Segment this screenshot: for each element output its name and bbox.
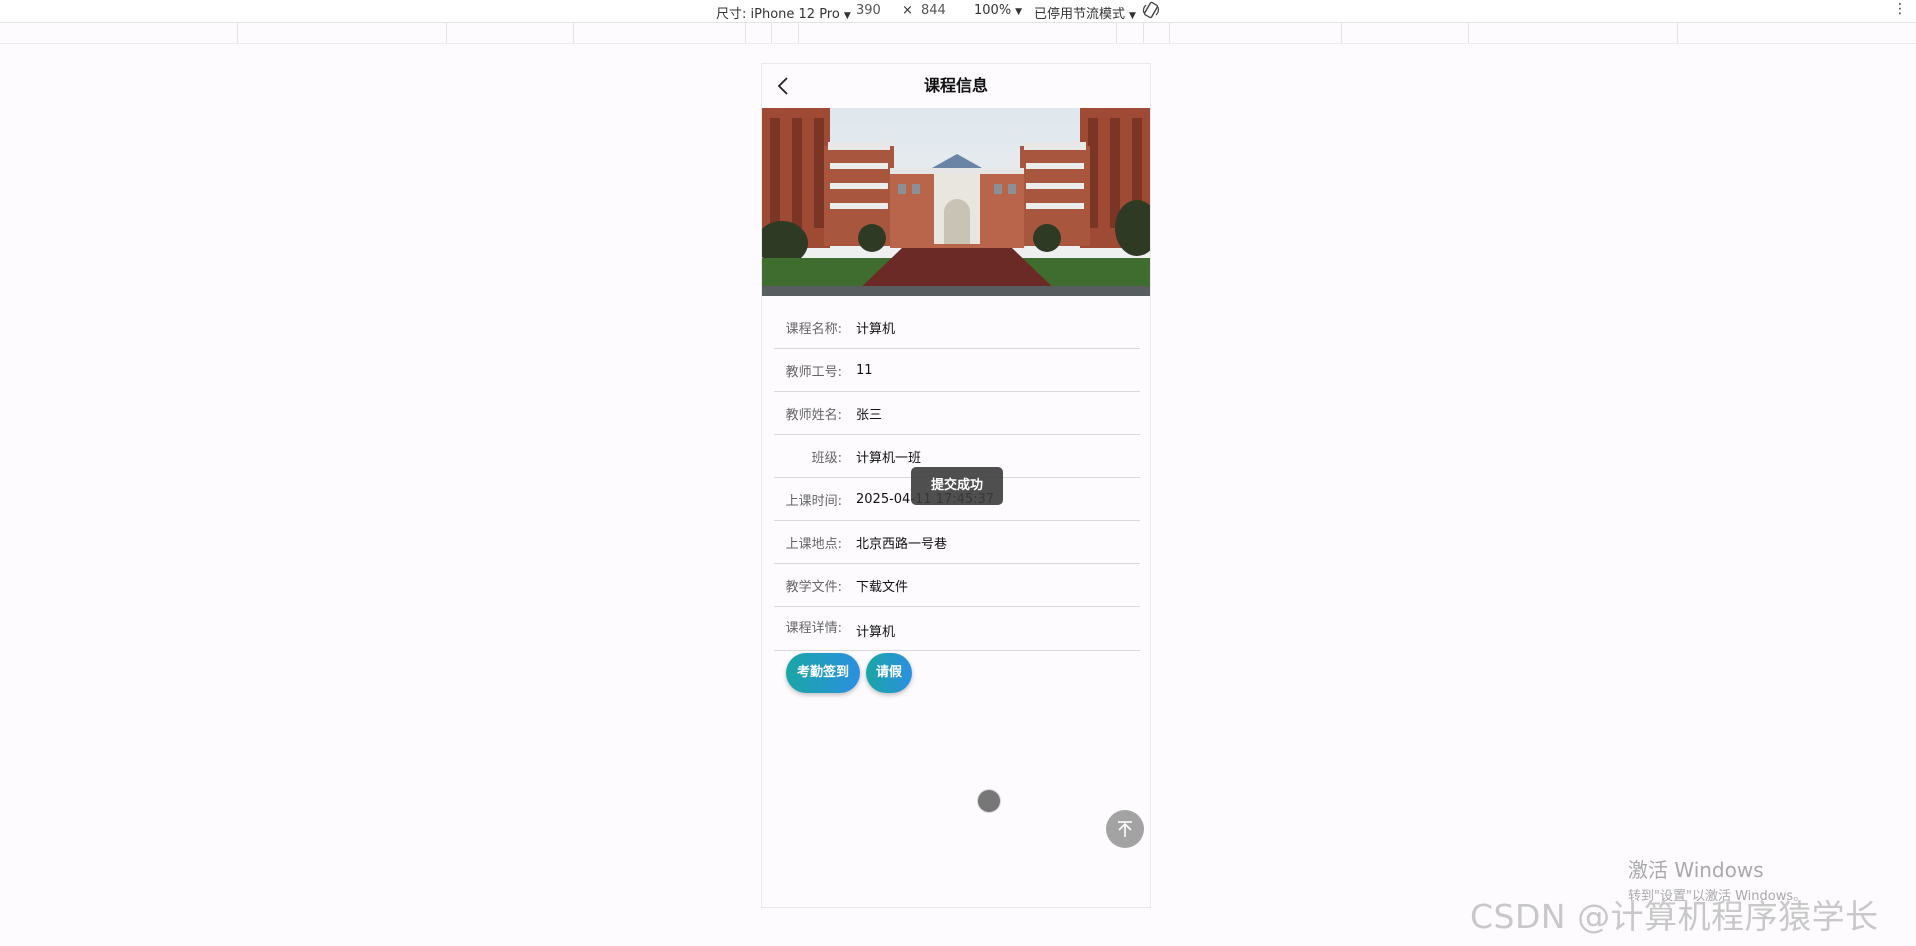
ruler-tick (798, 23, 799, 43)
arrow-up-icon (1118, 821, 1132, 837)
chevron-down-icon: ▼ (843, 11, 851, 21)
field-course-detail: 课程详情: 计算机 (774, 607, 1140, 651)
field-label: 上课地点: (785, 536, 842, 552)
chevron-down-icon: ▼ (1129, 11, 1136, 21)
field-value: 11 (856, 362, 873, 378)
field-label: 教学文件: (785, 579, 842, 595)
campus-building-image (762, 108, 1150, 296)
touch-cursor (978, 790, 1000, 812)
ruler-tick (1116, 23, 1117, 43)
toast-message: 提交成功 (911, 467, 1003, 505)
zoom-dropdown[interactable]: 100% ▼ (974, 3, 1022, 18)
width-input[interactable]: 390 (856, 3, 881, 18)
throttle-label: 已停用节流模式 (1034, 7, 1126, 22)
field-teacher-name: 教师姓名: 张三 (774, 392, 1140, 435)
checkin-button[interactable]: 考勤签到 (786, 653, 861, 693)
field-label: 教师工号: (785, 364, 842, 380)
field-location: 上课地点: 北京西路一号巷 (774, 521, 1140, 564)
download-file-link[interactable]: 下载文件 (856, 576, 908, 595)
ruler-tick (573, 23, 574, 43)
throttle-dropdown[interactable]: 已停用节流模式 ▼ (1034, 3, 1136, 22)
phone-viewport: 课程信息 课程名称: 计算机 教师工号: 11 教师姓名: 张三 班级: 计算机… (761, 63, 1151, 908)
times-sign: × (902, 3, 913, 18)
device-label: 尺寸: iPhone 12 Pro (716, 7, 840, 22)
field-value: 北京西路一号巷 (856, 536, 948, 552)
device-dropdown[interactable]: 尺寸: iPhone 12 Pro ▼ (716, 3, 851, 22)
more-options-icon[interactable]: ⋮ (1893, 1, 1907, 17)
back-to-top-button[interactable] (1106, 810, 1144, 848)
zoom-label: 100% (974, 3, 1012, 18)
field-value: 计算机 (856, 321, 896, 337)
ruler-tick (1143, 23, 1144, 43)
action-buttons: 考勤签到 请假 (786, 653, 918, 693)
ruler-tick (1341, 23, 1342, 43)
media-query-ruler (0, 23, 1916, 44)
field-label: 班级: (811, 450, 842, 466)
field-label: 课程名称: (785, 321, 842, 337)
ruler-tick (745, 23, 746, 43)
field-teaching-file: 教学文件: 下载文件 (774, 564, 1140, 607)
ruler-tick (771, 23, 772, 43)
rotate-icon[interactable] (1142, 1, 1160, 23)
devtools-toolbar: 尺寸: iPhone 12 Pro ▼ 390 × 844 100% ▼ 已停用节流… (0, 0, 1916, 23)
activate-title: 激活 Windows (1628, 858, 1764, 882)
field-course-name: 课程名称: 计算机 (774, 306, 1140, 349)
nav-bar: 课程信息 (762, 64, 1150, 108)
field-label: 教师姓名: (785, 407, 842, 423)
height-input[interactable]: 844 (921, 3, 946, 18)
field-teacher-id: 教师工号: 11 (774, 349, 1140, 392)
ruler-tick (1677, 23, 1678, 43)
ruler-tick (237, 23, 238, 43)
field-label: 上课时间: (785, 493, 842, 509)
page-title: 课程信息 (923, 76, 988, 95)
chevron-down-icon: ▼ (1015, 7, 1023, 17)
field-value: 计算机 (856, 625, 896, 640)
field-label: 课程详情: (785, 621, 842, 636)
leave-button[interactable]: 请假 (866, 653, 913, 693)
field-value: 张三 (856, 407, 883, 423)
ruler-tick (1169, 23, 1170, 43)
csdn-watermark: CSDN @计算机程序猿学长 (1470, 897, 1879, 936)
ruler-tick (446, 23, 447, 43)
field-value: 计算机一班 (856, 450, 922, 466)
ruler-tick (1468, 23, 1469, 43)
